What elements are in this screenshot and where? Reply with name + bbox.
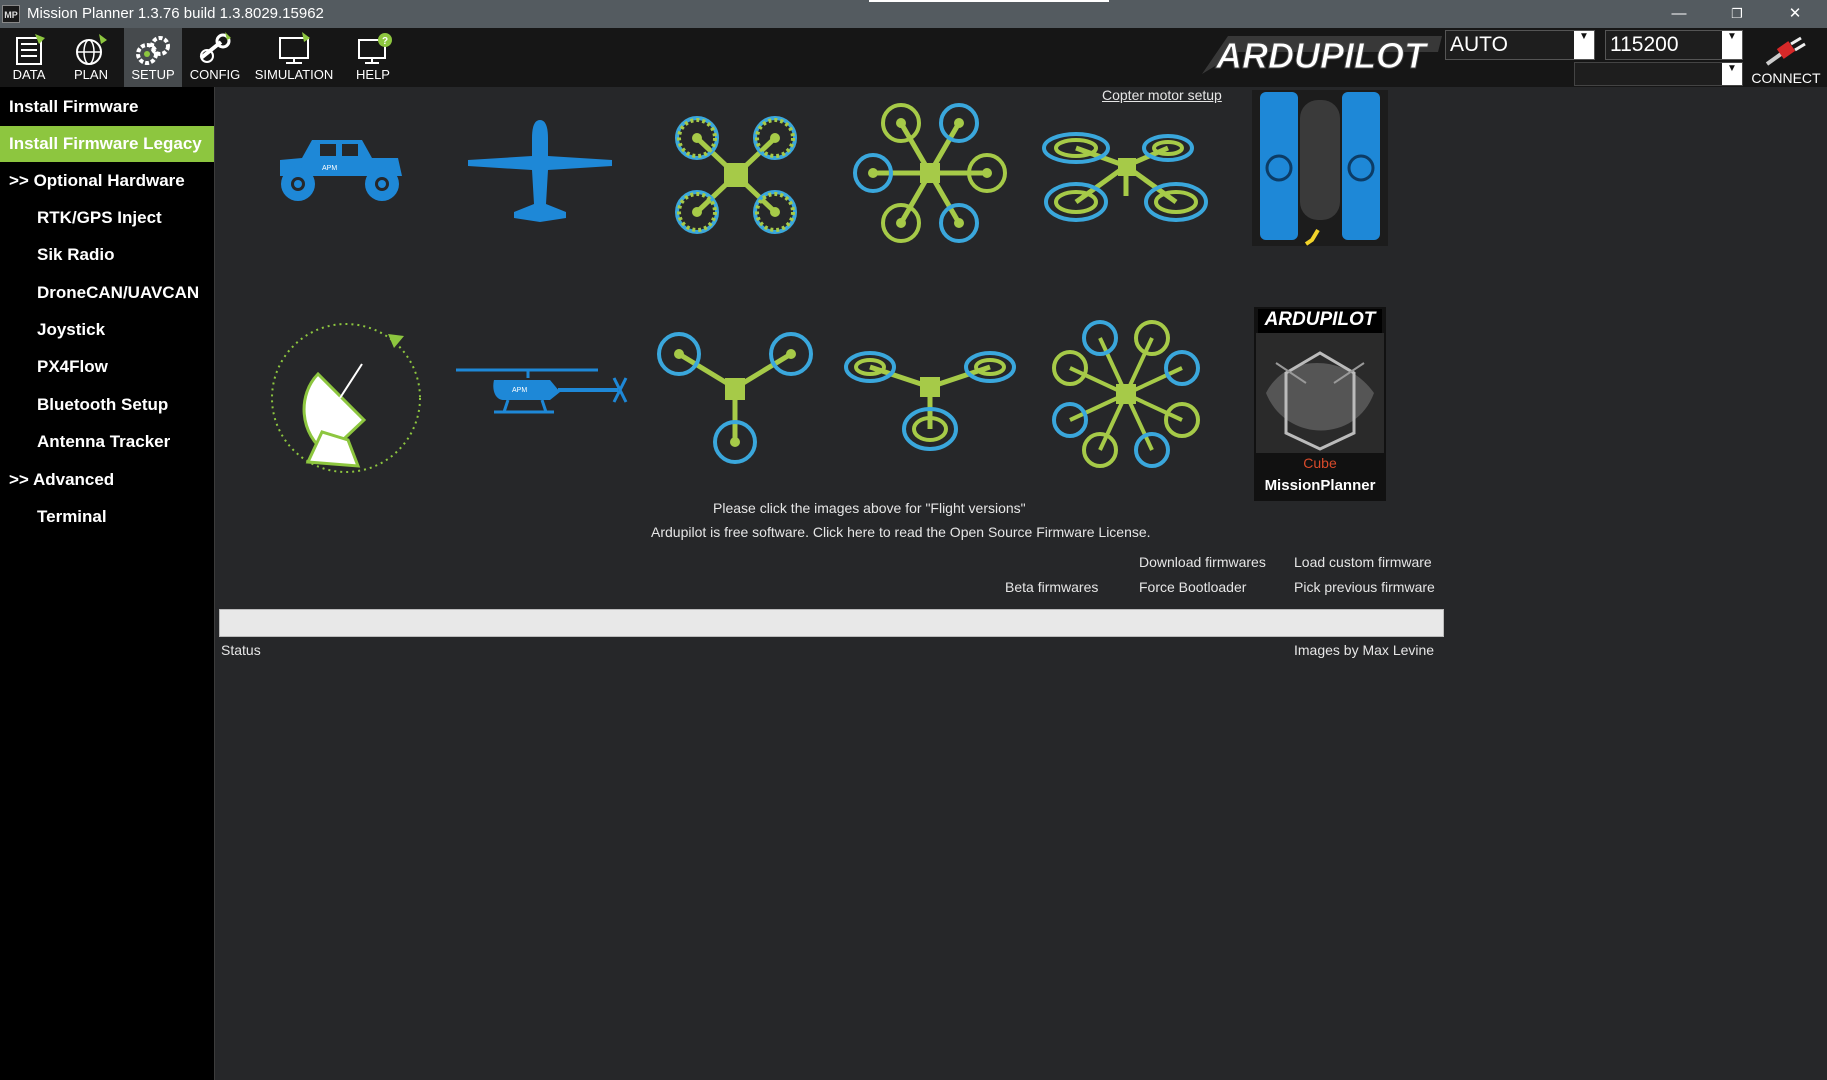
sub-icon[interactable] [1252, 90, 1388, 246]
main-toolbar: DATA PLAN SETUP CONFIG SIMULATION ? HELP… [0, 28, 1827, 87]
sidebar-item-advanced[interactable]: >> Advanced [0, 462, 214, 498]
mission-planner-text: MissionPlanner [1264, 477, 1376, 494]
sidebar-item-terminal[interactable]: Terminal [0, 499, 214, 535]
ardupilot-logo: ARDUPILOT [1202, 35, 1442, 76]
images-credit: Images by Max Levine [1294, 642, 1435, 658]
sidebar-item-dronecan[interactable]: DroneCAN/UAVCAN [0, 275, 214, 311]
sidebar-item-antenna-tracker[interactable]: Antenna Tracker [0, 424, 214, 460]
restore-button[interactable]: ❐ [1708, 0, 1766, 28]
port-select[interactable]: ▼ [1574, 62, 1743, 86]
sidebar-item-px4flow[interactable]: PX4Flow [0, 349, 214, 385]
sidebar-item-rtk-gps-inject[interactable]: RTK/GPS Inject [0, 200, 214, 236]
flight-mode-select[interactable]: AUTO ▼ [1445, 30, 1595, 60]
y6b-icon[interactable] [842, 343, 1018, 455]
toolbar-config-button[interactable]: CONFIG [186, 28, 244, 87]
connect-label: CONNECT [1751, 70, 1821, 86]
plane-icon[interactable] [466, 118, 614, 226]
hexa-x-icon[interactable] [851, 101, 1009, 245]
toolbar-simulation-label: SIMULATION [254, 67, 334, 82]
license-link[interactable]: Ardupilot is free software. Click here t… [651, 524, 1151, 540]
toolbar-plan-button[interactable]: PLAN [62, 28, 120, 87]
plan-icon [76, 34, 107, 65]
sidebar-item-sik-radio[interactable]: Sik Radio [0, 237, 214, 273]
pick-previous-firmware-link[interactable]: Pick previous firmware [1294, 579, 1435, 595]
cube-label: Cube [1303, 455, 1337, 471]
firmware-progress-bar [219, 609, 1444, 637]
cube-image [1256, 333, 1384, 453]
antenna-tracker-icon[interactable] [268, 316, 424, 478]
logo-text: ARDUPILOT [1215, 35, 1429, 76]
sidebar-item-install-firmware-legacy[interactable]: Install Firmware Legacy [0, 126, 214, 162]
toolbar-plan-label: PLAN [74, 67, 108, 82]
window-title: Mission Planner 1.3.76 build 1.3.8029.15… [27, 5, 324, 22]
cube-firmware-tile[interactable]: ARDUPILOT Cube MissionPlanner [1254, 307, 1386, 501]
simulation-icon [279, 32, 310, 64]
toolbar-help-label: HELP [356, 67, 390, 82]
minimize-button[interactable]: — [1650, 0, 1708, 28]
svg-text:APM: APM [512, 387, 527, 394]
toolbar-simulation-button[interactable]: SIMULATION [252, 28, 336, 87]
chevron-down-icon: ▼ [1574, 31, 1594, 59]
tri-icon[interactable] [657, 330, 813, 468]
download-firmwares-link[interactable]: Download firmwares [1139, 554, 1266, 570]
toolbar-setup-label: SETUP [131, 67, 175, 82]
sidebar-item-joystick[interactable]: Joystick [0, 312, 214, 348]
baud-rate-value: 115200 [1610, 33, 1679, 56]
connect-button[interactable]: CONNECT [1746, 30, 1826, 87]
sidebar-item-install-firmware[interactable]: Install Firmware [0, 89, 214, 125]
status-label: Status [221, 642, 261, 658]
setup-sidebar: Install Firmware Install Firmware Legacy… [0, 87, 214, 1080]
config-icon [199, 32, 231, 63]
svg-text:APM: APM [322, 165, 337, 172]
title-highlight [869, 0, 1109, 2]
helicopter-icon[interactable]: APM [454, 362, 632, 418]
copter-motor-setup-link[interactable]: Copter motor setup [1102, 87, 1222, 103]
beta-firmwares-link[interactable]: Beta firmwares [1005, 579, 1098, 595]
rover-icon[interactable]: APM [272, 128, 410, 208]
flight-versions-note: Please click the images above for "Fligh… [713, 500, 1026, 516]
quad-x-icon[interactable] [673, 114, 799, 236]
load-custom-firmware-link[interactable]: Load custom firmware [1294, 554, 1432, 570]
toolbar-data-button[interactable]: DATA [0, 28, 58, 87]
sidebar-item-bluetooth-setup[interactable]: Bluetooth Setup [0, 387, 214, 423]
toolbar-data-label: DATA [12, 67, 46, 82]
app-icon: MP [2, 5, 20, 23]
cube-logo: ARDUPILOT [1258, 309, 1382, 333]
sidebar-item-optional-hardware[interactable]: >> Optional Hardware [0, 163, 214, 199]
chevron-down-icon: ▼ [1722, 31, 1742, 59]
help-icon: ? [358, 33, 392, 64]
toolbar-setup-button[interactable]: SETUP [124, 28, 182, 87]
chevron-down-icon: ▼ [1722, 63, 1742, 85]
data-icon [16, 34, 45, 65]
setup-icon [136, 36, 170, 65]
svg-text:?: ? [382, 36, 388, 47]
plug-icon [1765, 36, 1806, 66]
title-bar: MP Mission Planner 1.3.76 build 1.3.8029… [0, 0, 1827, 28]
octa-icon[interactable] [1048, 316, 1204, 472]
toolbar-help-button[interactable]: ? HELP [344, 28, 402, 87]
baud-rate-select[interactable]: 115200 ▼ [1605, 30, 1743, 60]
flight-mode-value: AUTO [1450, 33, 1508, 56]
y6-icon[interactable] [1040, 126, 1212, 230]
toolbar-config-label: CONFIG [189, 67, 241, 82]
force-bootloader-link[interactable]: Force Bootloader [1139, 579, 1246, 595]
close-button[interactable]: ✕ [1766, 0, 1824, 28]
